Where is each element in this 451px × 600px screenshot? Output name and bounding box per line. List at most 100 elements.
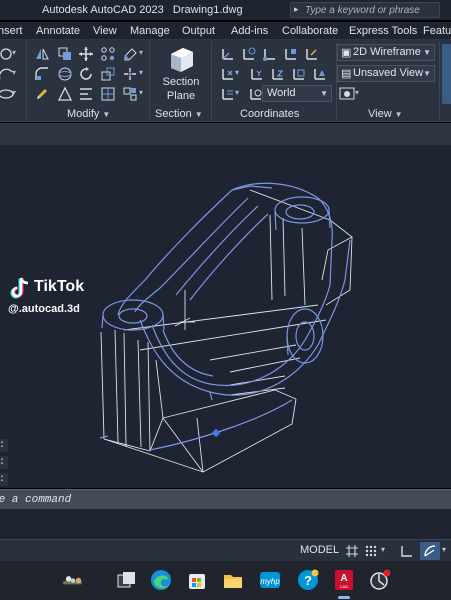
task-view-icon[interactable] bbox=[115, 569, 137, 591]
weather-icon[interactable] bbox=[62, 569, 102, 591]
mirror-icon[interactable] bbox=[34, 46, 50, 62]
ucs-3point-icon[interactable] bbox=[304, 46, 320, 62]
pencil-icon[interactable] bbox=[34, 86, 50, 102]
visual-style-select[interactable]: ▣ 2D Wireframe ▼ bbox=[337, 44, 435, 61]
chevron-down-icon[interactable]: ▾ bbox=[355, 88, 359, 97]
ucs-y-icon[interactable] bbox=[249, 66, 265, 82]
store-icon[interactable] bbox=[186, 569, 208, 591]
ucs-select[interactable]: World ▼ bbox=[262, 85, 332, 102]
command-input[interactable] bbox=[0, 492, 432, 507]
ucs-origin-icon[interactable] bbox=[262, 46, 278, 62]
explode-icon[interactable] bbox=[122, 66, 138, 82]
ucs-object-icon[interactable] bbox=[291, 66, 307, 82]
help-search[interactable]: ▸ bbox=[290, 2, 440, 18]
title-bar: Autodesk AutoCAD 2023 Drawing1.dwg ▸ bbox=[0, 0, 451, 20]
wireframe-model bbox=[99, 182, 353, 473]
scale-icon[interactable] bbox=[100, 66, 116, 82]
tab-featured[interactable]: Featu bbox=[423, 25, 451, 37]
chevron-down-icon[interactable]: ▾ bbox=[139, 88, 143, 97]
ucs-face-icon[interactable] bbox=[312, 66, 328, 82]
section-plane-line1: Section bbox=[162, 76, 200, 88]
saved-view-value: Unsaved View bbox=[353, 67, 424, 79]
search-input[interactable] bbox=[305, 3, 437, 17]
edge-icon[interactable] bbox=[150, 569, 172, 591]
tab-express-tools[interactable]: Express Tools bbox=[349, 25, 417, 37]
tab-manage[interactable]: Manage bbox=[130, 25, 170, 37]
offset-icon[interactable] bbox=[122, 86, 138, 102]
ucs-named-icon[interactable] bbox=[220, 86, 236, 102]
chevron-down-icon[interactable]: ▾ bbox=[235, 88, 239, 97]
chevron-down-icon[interactable]: ▾ bbox=[381, 545, 385, 554]
hp-support-icon[interactable]: ? bbox=[297, 569, 319, 591]
tiktok-watermark: TikTok @.autocad.3d bbox=[8, 277, 84, 315]
chevron-down-icon[interactable]: ▾ bbox=[12, 48, 16, 57]
drawing-viewport[interactable]: : : : TikTok @.autocad.3d bbox=[0, 145, 451, 488]
svg-text:CAD: CAD bbox=[340, 584, 349, 589]
snap-icon[interactable] bbox=[364, 544, 378, 558]
viewport-config-icon[interactable] bbox=[339, 86, 355, 102]
file-name: Drawing1.dwg bbox=[172, 4, 243, 16]
ribbon-tabs: nsert Annotate View Manage Output Add-in… bbox=[0, 22, 451, 40]
ucs-x-icon[interactable] bbox=[220, 66, 236, 82]
chevron-down-icon[interactable]: ▾ bbox=[442, 545, 446, 554]
window-title: Autodesk AutoCAD 2023 Drawing1.dwg bbox=[42, 4, 243, 16]
named-view-icon: ▤ bbox=[341, 68, 352, 80]
grid-icon[interactable] bbox=[345, 544, 359, 558]
rotate-icon[interactable] bbox=[78, 66, 94, 82]
rotate3d-icon[interactable] bbox=[57, 66, 73, 82]
tab-insert[interactable]: nsert bbox=[0, 25, 22, 37]
panel-label-modify[interactable]: Modify ▼ bbox=[67, 108, 110, 120]
tab-view[interactable]: View bbox=[93, 25, 117, 37]
stretch-icon[interactable] bbox=[100, 86, 116, 102]
section-plane-line2: Plane bbox=[166, 90, 196, 102]
command-line[interactable] bbox=[0, 489, 451, 509]
visual-style-value: 2D Wireframe bbox=[353, 46, 421, 58]
tab-output[interactable]: Output bbox=[182, 25, 215, 37]
autocad-icon[interactable]: A CAD bbox=[333, 569, 355, 591]
copy-icon[interactable] bbox=[57, 46, 73, 62]
fillet-icon[interactable] bbox=[34, 66, 50, 82]
ortho-icon[interactable] bbox=[400, 544, 414, 558]
chevron-down-icon: ▼ bbox=[423, 69, 431, 78]
chevron-down-icon[interactable]: ▾ bbox=[139, 68, 143, 77]
polar-icon[interactable] bbox=[423, 544, 437, 558]
chevron-down-icon: ▼ bbox=[320, 89, 328, 98]
array-icon[interactable] bbox=[100, 46, 116, 62]
myhp-icon[interactable]: myhp bbox=[259, 569, 281, 591]
section-plane-button[interactable]: Section Plane bbox=[159, 44, 203, 104]
active-app-indicator bbox=[338, 596, 350, 599]
ucs-world-icon[interactable] bbox=[241, 46, 257, 62]
chevron-down-icon[interactable]: ▾ bbox=[235, 68, 239, 77]
tab-collaborate[interactable]: Collaborate bbox=[282, 25, 338, 37]
svg-text:myhp: myhp bbox=[260, 577, 280, 586]
tiktok-handle: @.autocad.3d bbox=[8, 303, 80, 315]
triangle-icon[interactable] bbox=[57, 86, 73, 102]
chevron-down-icon[interactable]: ▾ bbox=[139, 48, 143, 57]
align-icon[interactable] bbox=[78, 86, 94, 102]
chevron-down-icon: ▼ bbox=[423, 48, 431, 57]
tab-add-ins[interactable]: Add-ins bbox=[231, 25, 268, 37]
ucs-view-icon[interactable] bbox=[283, 46, 299, 62]
file-explorer-icon[interactable] bbox=[222, 569, 244, 591]
chevron-down-icon[interactable]: ▾ bbox=[12, 68, 16, 77]
move-icon[interactable] bbox=[78, 46, 94, 62]
ucs-icon[interactable] bbox=[220, 46, 236, 62]
ribbon-panel: ▾ ▾ ▾ ▾ ▾ ▾ Modify ▼ Section Plane Sectio… bbox=[0, 40, 451, 122]
chevron-down-icon[interactable]: ▾ bbox=[12, 88, 16, 97]
panel-label-section[interactable]: Section ▼ bbox=[155, 108, 203, 120]
panel-label-view[interactable]: View ▼ bbox=[368, 108, 403, 120]
erase-icon[interactable] bbox=[122, 46, 138, 62]
tab-annotate[interactable]: Annotate bbox=[36, 25, 80, 37]
app-name: Autodesk AutoCAD 2023 bbox=[42, 4, 164, 16]
saved-view-select[interactable]: ▤ Unsaved View ▼ bbox=[337, 65, 435, 82]
model-space-toggle[interactable]: MODEL bbox=[300, 544, 339, 556]
visual-style-icon: ▣ bbox=[341, 47, 352, 59]
panel-separator bbox=[149, 42, 150, 120]
layout-area bbox=[0, 509, 451, 539]
ucs-value: World bbox=[267, 87, 296, 99]
tiktok-logo-icon bbox=[10, 277, 29, 299]
ribbon-gap bbox=[0, 123, 451, 145]
ucs-z-icon[interactable] bbox=[270, 66, 286, 82]
screen-recorder-icon[interactable] bbox=[369, 569, 391, 591]
palette-button[interactable] bbox=[442, 44, 451, 104]
